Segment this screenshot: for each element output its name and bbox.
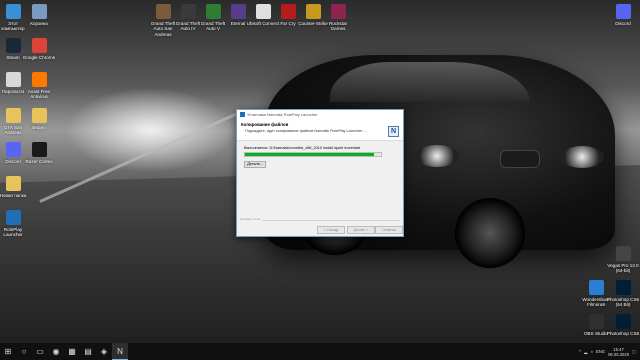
filmora-icon <box>588 280 604 295</box>
desktop-shortcut[interactable]: Корзина <box>22 4 56 26</box>
shortcut-label: Видео <box>32 125 46 130</box>
task-view-icon[interactable]: ▭ <box>32 343 48 360</box>
shortcut-label: Vegas Pro 13.0 (64-bit) <box>607 263 639 274</box>
shortcut-label: Новая папка <box>0 193 27 198</box>
car-grille <box>500 150 540 168</box>
computer-icon <box>5 4 21 19</box>
shortcut-label: RolePlay Launcher <box>3 227 23 238</box>
shortcut-label: Photoshop CS6 <box>606 331 640 336</box>
car-headlight-left <box>415 145 459 167</box>
cancel-button[interactable]: Отмена <box>375 226 403 234</box>
chrome-icon <box>31 38 47 53</box>
installer-dialog: Установка Namalsk RolePlay Launcher Копи… <box>236 109 404 237</box>
dialog-titlebar[interactable]: Установка Namalsk RolePlay Launcher <box>237 110 403 119</box>
launcher-icon <box>5 210 21 225</box>
discord-icon <box>5 142 21 157</box>
dialog-title: Установка Namalsk RolePlay Launcher <box>247 112 318 117</box>
progress-bar <box>244 152 382 157</box>
system-tray: ^ ▂ ◖ ENG 15:47 06.05.2020 ▢ <box>579 347 640 357</box>
game-icon <box>230 4 246 19</box>
clock[interactable]: 15:47 06.05.2020 <box>608 347 629 357</box>
desktop-shortcut[interactable]: Rockstar Games <box>321 4 355 32</box>
desktop-shortcut[interactable]: Google Chrome <box>22 38 56 60</box>
folder-icon <box>31 108 47 123</box>
chrome-icon[interactable]: ◉ <box>48 343 64 360</box>
launcher-logo-icon: N <box>388 126 399 137</box>
store-icon[interactable]: ▤ <box>80 343 96 360</box>
game-icon <box>280 4 296 19</box>
shortcut-label: Discord <box>615 21 631 26</box>
app-icon <box>240 112 245 117</box>
shortcut-label: Rockstar Games <box>328 21 348 32</box>
game-icon <box>330 4 346 19</box>
car-headlight-right <box>560 146 604 168</box>
folder-icon <box>5 176 21 191</box>
desktop-shortcut[interactable]: Vegas Pro 13.0 (64-bit) <box>606 246 640 274</box>
file-explorer-icon[interactable]: ▦ <box>64 343 80 360</box>
network-icon[interactable]: ▂ <box>584 349 587 354</box>
dialog-header: Копирование файлов Подождите, идет копир… <box>237 119 403 141</box>
photoshop-icon <box>615 314 631 329</box>
shortcut-label: Корзина <box>30 21 48 26</box>
discord-icon <box>615 4 631 19</box>
clock-date: 06.05.2020 <box>608 351 630 357</box>
desktop-shortcut[interactable]: Avast Free Antivirus <box>22 72 56 100</box>
steam-icon <box>5 38 21 53</box>
status-text: Выполняется: D:\Namalsk\vcredist_x86_201… <box>244 146 361 150</box>
details-button[interactable]: Детали... <box>244 161 266 168</box>
gta-sa-icon <box>155 4 171 19</box>
header-subtitle: Подождите, идет копирование файлов Namal… <box>245 129 367 133</box>
next-button[interactable]: Далее > <box>347 226 375 234</box>
volume-icon[interactable]: ◖ <box>590 349 593 354</box>
text-file-icon <box>5 72 21 87</box>
folder-icon <box>5 108 21 123</box>
vegas-icon <box>615 246 631 261</box>
gta-iv-icon <box>180 4 196 19</box>
start-icon[interactable]: ⊞ <box>0 343 16 360</box>
taskbar: ⊞ ○ ▭ ◉ ▦ ▤ ◈ N ^ ▂ ◖ ENG 15:47 06.05.2020 ▢ <box>0 343 640 360</box>
desktop-shortcut[interactable]: Discord <box>606 4 640 26</box>
footer-divider <box>240 220 400 221</box>
shortcut-label: Google Chrome <box>22 55 56 60</box>
launcher-icon[interactable]: N <box>112 343 128 360</box>
game-icon <box>305 4 321 19</box>
language-indicator[interactable]: ENG <box>596 349 605 354</box>
desktop-shortcut[interactable]: Новая папка <box>0 176 30 198</box>
back-button[interactable]: < Назад <box>317 226 345 234</box>
ubisoft-icon <box>255 4 271 19</box>
progress-fill <box>245 153 375 156</box>
gta-v-icon <box>205 4 221 19</box>
recycle-bin-icon <box>31 4 47 19</box>
desktop-shortcut[interactable]: RolePlay Launcher <box>0 210 30 238</box>
shortcut-label: Razer Cortex <box>25 159 53 164</box>
discord-icon[interactable]: ◈ <box>96 343 112 360</box>
desktop-shortcut[interactable]: Photoshop CS6 <box>606 314 640 336</box>
notifications-icon[interactable]: ▢ <box>632 349 636 354</box>
razer-icon <box>31 142 47 157</box>
dialog-body: Выполняется: D:\Namalsk\vcredist_x86_201… <box>237 141 403 173</box>
footer-text: Namalsk v2.10 <box>240 217 262 221</box>
desktop-shortcut[interactable]: Razer Cortex <box>22 142 56 164</box>
desktop-shortcut[interactable]: Видео <box>22 108 56 130</box>
car-wheel-front <box>455 198 525 268</box>
tray-chevron-icon[interactable]: ^ <box>579 349 581 354</box>
obs-icon <box>588 314 604 329</box>
desktop-shortcut[interactable]: Photoshop CS6 (64 Bit) <box>606 280 640 308</box>
search-icon[interactable]: ○ <box>16 343 32 360</box>
shortcut-label: Avast Free Antivirus <box>27 89 51 100</box>
header-title: Копирование файлов <box>241 122 289 127</box>
shortcut-label: Photoshop CS6 (64 Bit) <box>606 297 640 308</box>
photoshop-icon <box>615 280 631 295</box>
avast-icon <box>31 72 47 87</box>
